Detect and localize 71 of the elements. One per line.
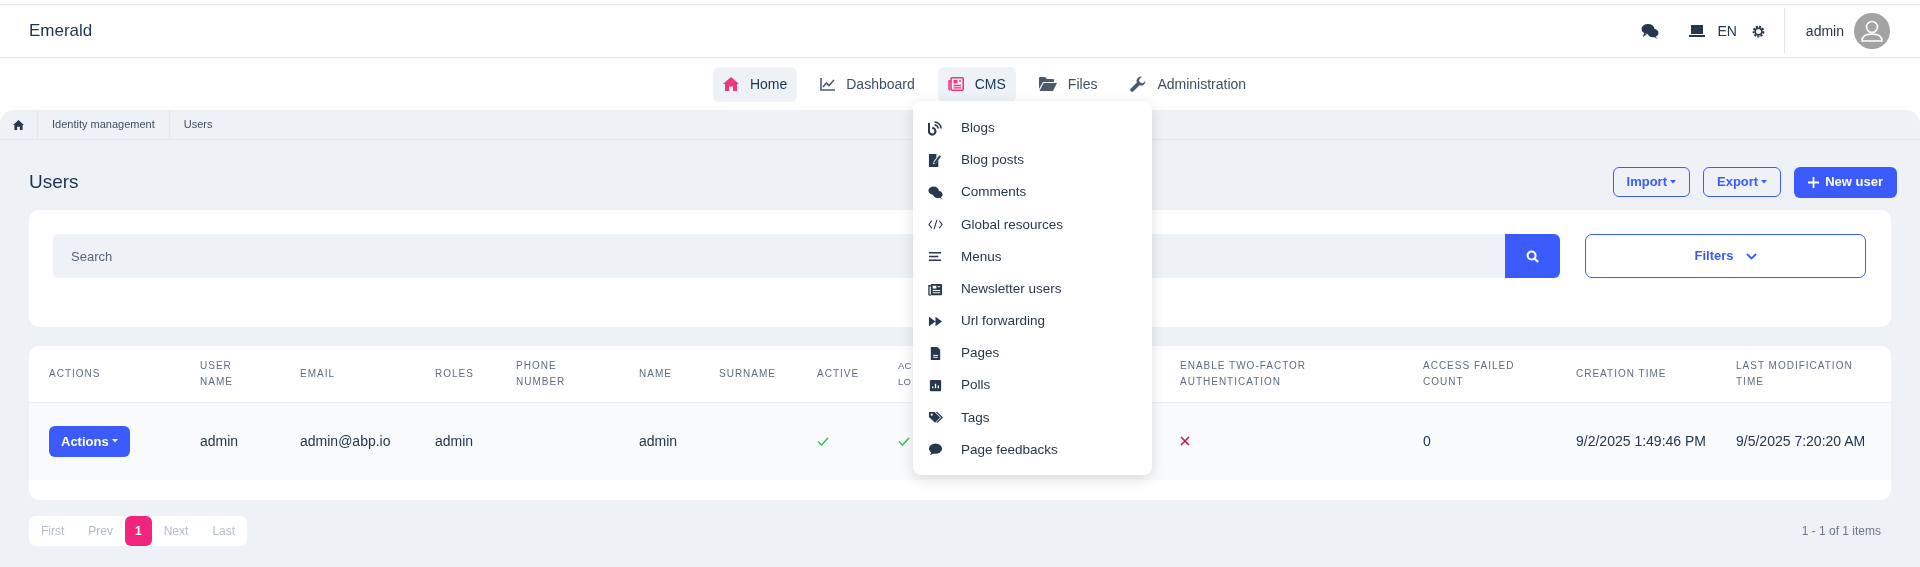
newspaper-icon	[947, 77, 964, 91]
chat-icon[interactable]	[1641, 23, 1660, 39]
comments-icon	[928, 184, 943, 200]
menu-item[interactable]: Blog posts	[913, 144, 1152, 177]
import-button[interactable]: Import	[1612, 166, 1690, 197]
new-user-button[interactable]: New user	[1794, 166, 1897, 198]
breadcrumb-link[interactable]: Users	[169, 110, 227, 139]
column-header: ACCESS FAILED COUNT	[1423, 358, 1516, 389]
menu-item[interactable]: Menus	[913, 240, 1152, 273]
chevron-down-icon	[1745, 252, 1757, 260]
laptop-icon[interactable]	[1689, 25, 1706, 37]
plus-icon	[1808, 176, 1820, 188]
column-header: ACTIONS	[49, 366, 102, 381]
language-selector[interactable]: EN	[1717, 20, 1737, 42]
column-header: ROLES	[435, 366, 475, 381]
search-icon	[1526, 249, 1539, 263]
home-icon[interactable]	[13, 119, 24, 130]
nav-tab[interactable]: Home	[712, 66, 798, 102]
column-header: USER NAME	[200, 358, 234, 389]
caret-icon	[1761, 179, 1768, 184]
speech-bubble-icon	[928, 442, 943, 458]
caret-icon	[111, 439, 118, 444]
page-link[interactable]: 1	[125, 516, 152, 546]
column-header: NAME	[639, 366, 673, 381]
filters-button[interactable]: Filters	[1585, 234, 1866, 278]
export-button[interactable]: Export	[1703, 166, 1782, 197]
column-header: CREATION TIME	[1576, 366, 1668, 381]
menu-item[interactable]: Blogs	[913, 112, 1152, 145]
menu-item[interactable]: Polls	[913, 369, 1152, 402]
document-icon	[928, 345, 943, 361]
menu-item[interactable]: Pages	[913, 337, 1152, 370]
page-title: Users	[29, 169, 79, 194]
house-icon	[722, 77, 739, 91]
pen-document-icon	[928, 152, 943, 168]
settings-icon[interactable]	[1750, 23, 1766, 39]
rss-icon	[928, 120, 943, 136]
column-header: SURNAME	[719, 366, 777, 381]
column-header: LAST MODIFICATION TIME	[1736, 358, 1854, 389]
folder-icon	[1038, 77, 1057, 91]
line-chart-icon	[820, 77, 836, 91]
menu-item[interactable]: Url forwarding	[913, 305, 1152, 338]
items-summary: 1 - 1 of 1 items	[1801, 523, 1881, 540]
tags-icon	[928, 410, 943, 426]
column-header: ENABLE TWO-FACTOR AUTHENTICATION	[1180, 358, 1308, 389]
table-cell: 9/2/2025 1:49:46 PM	[1576, 432, 1706, 449]
breadcrumb-link[interactable]: Identity management	[38, 110, 170, 139]
nav-tab[interactable]: Files	[1028, 66, 1108, 102]
actions-button[interactable]: Actions	[49, 425, 130, 457]
nav-tab[interactable]: Dashboard	[810, 66, 925, 102]
table-cell: admin	[639, 432, 678, 449]
table-cell: admin	[200, 432, 239, 449]
nav-tab[interactable]: CMS	[937, 66, 1016, 102]
brand-name: Emerald	[29, 20, 93, 43]
menu-item[interactable]: Tags	[913, 401, 1152, 434]
newspaper-icon	[928, 281, 943, 297]
column-header: EMAIL	[300, 366, 336, 381]
column-header: ACTIVE	[817, 366, 861, 381]
bar-chart-icon	[928, 378, 943, 394]
column-header: AC LO	[898, 358, 912, 389]
table-cell: 9/5/2025 7:20:20 AM	[1736, 432, 1866, 449]
caret-icon	[1670, 179, 1676, 184]
nav-tab[interactable]: Administration	[1120, 66, 1257, 102]
table-cell: admin@abp.io	[300, 432, 391, 449]
menu-item[interactable]: Comments	[913, 176, 1152, 209]
table-cell: admin	[435, 432, 474, 449]
wrench-icon	[1130, 76, 1147, 92]
table-cell: 0	[1423, 432, 1431, 449]
search-button[interactable]	[1505, 234, 1560, 278]
column-header: PHONE NUMBER	[516, 358, 567, 389]
user-name[interactable]: admin	[1805, 20, 1844, 42]
menu-item[interactable]: Page feedbacks	[913, 433, 1152, 467]
